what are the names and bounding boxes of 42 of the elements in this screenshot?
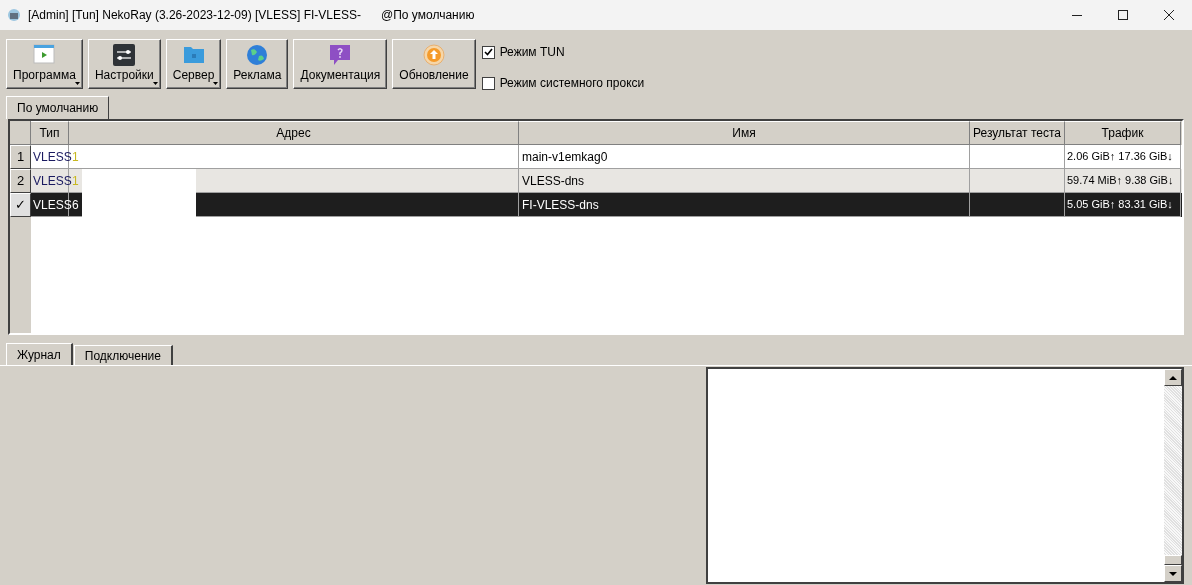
toolbar-button[interactable]: Обновление bbox=[392, 39, 476, 89]
panel-tab[interactable]: Журнал bbox=[6, 343, 73, 365]
column-header[interactable]: Адрес bbox=[69, 121, 519, 145]
toolbar-button[interactable]: Настройки bbox=[87, 39, 161, 89]
scrollbar[interactable] bbox=[1164, 369, 1182, 582]
group-tab[interactable]: По умолчанию bbox=[6, 96, 110, 119]
scroll-down-button[interactable] bbox=[1164, 565, 1182, 582]
column-header[interactable]: Трафик bbox=[1065, 121, 1181, 145]
column-header[interactable]: Имя bbox=[519, 121, 970, 145]
minimize-icon bbox=[1072, 14, 1082, 16]
up-arrow-icon bbox=[1169, 375, 1177, 380]
play-window-icon bbox=[33, 44, 56, 64]
maximize-icon bbox=[1118, 10, 1128, 20]
down-arrow-icon bbox=[1169, 571, 1177, 576]
sliders-icon bbox=[113, 44, 136, 66]
toolbar-button[interactable]: Документация bbox=[293, 39, 388, 89]
checkbox[interactable] bbox=[481, 45, 495, 59]
close-icon bbox=[1164, 10, 1174, 20]
globe-icon bbox=[246, 44, 269, 66]
table-row[interactable]: 2 VLESS1 VLESS-dns 59.74 MiB↑ 9.38 GiB↓ bbox=[10, 169, 1182, 193]
table-cell: FI-VLESS-dns bbox=[519, 193, 970, 217]
app-icon bbox=[6, 8, 22, 22]
table-cell: 5.05 GiB↑ 83.31 GiB↓ bbox=[1065, 193, 1181, 217]
folder-icon bbox=[182, 44, 205, 64]
table-row[interactable]: 1 VLESS1 main-v1emkag0 2.06 GiB↑ 17.36 GiB↓ bbox=[10, 145, 1182, 169]
help-bubble-icon bbox=[329, 44, 352, 66]
toolbar-button[interactable]: Реклама bbox=[226, 39, 289, 89]
upload-circle-icon bbox=[422, 44, 445, 66]
corner-header[interactable] bbox=[10, 121, 31, 145]
checkbox[interactable] bbox=[481, 76, 495, 90]
window-title-suffix: @По умолчанию bbox=[381, 7, 475, 24]
row-header: ✓ bbox=[10, 193, 31, 217]
checkbox-label: Режим системного прокси bbox=[499, 75, 645, 92]
scroll-up-button[interactable] bbox=[1164, 369, 1182, 386]
checkbox-label: Режим TUN bbox=[499, 44, 565, 61]
panel-tab[interactable]: Подключение bbox=[73, 345, 173, 365]
row-header: 2 bbox=[10, 169, 31, 193]
toolbar-button[interactable]: Сервер bbox=[165, 39, 222, 89]
toolbar-button[interactable]: Программа bbox=[6, 39, 83, 89]
scroll-thumb[interactable] bbox=[1164, 555, 1182, 565]
row-header: 1 bbox=[10, 145, 31, 169]
window-title: [Admin] [Tun] NekoRay (3.26-2023-12-09) [VLESS] FI-VLESS- bbox=[28, 7, 362, 24]
